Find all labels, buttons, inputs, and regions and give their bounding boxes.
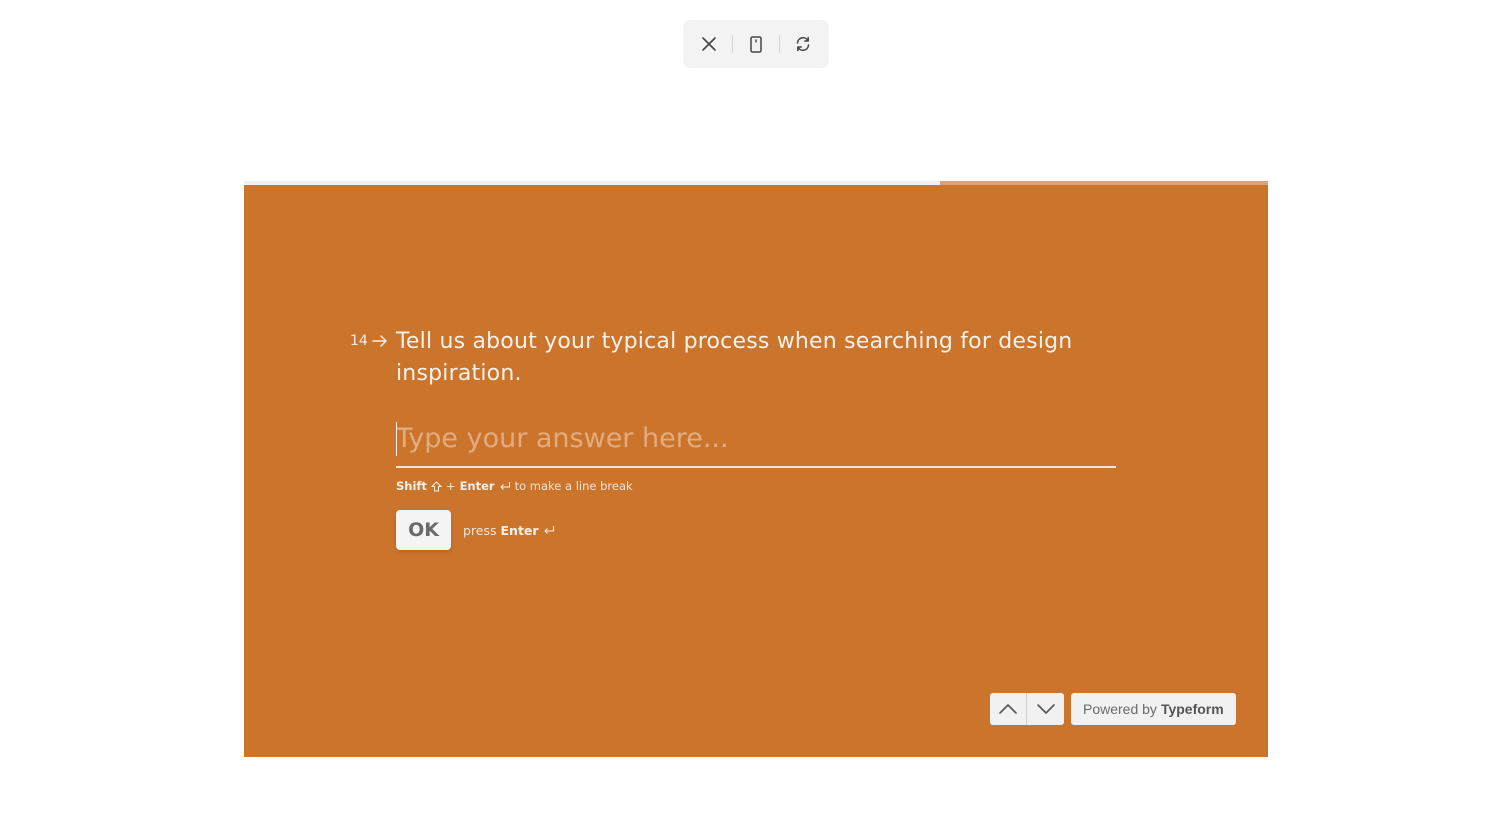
powered-by-label: Powered by <box>1083 701 1157 717</box>
question-title: Tell us about your typical process when … <box>396 329 1073 386</box>
typeform-preview: 14 Tell us about your typical process wh… <box>244 181 1268 757</box>
line-break-hint: Shift + Enter to make a line break <box>396 479 633 493</box>
progress-bar <box>244 181 1268 185</box>
submit-row: OK press Enter <box>396 510 555 550</box>
chevron-down-icon <box>1036 704 1055 714</box>
answer-input[interactable] <box>396 418 1116 464</box>
mobile-preview-button[interactable] <box>736 24 776 64</box>
refresh-button[interactable] <box>783 24 823 64</box>
question-number-label: 14 <box>350 333 368 349</box>
enter-icon <box>500 482 510 490</box>
previous-question-button[interactable] <box>990 693 1027 725</box>
shift-key-label: Shift <box>396 479 427 493</box>
mobile-preview-icon <box>750 35 762 53</box>
question-navigation <box>990 693 1064 725</box>
press-enter-key: Enter <box>500 522 539 538</box>
preview-toolbar <box>683 20 829 68</box>
arrow-right-icon <box>372 335 387 347</box>
enter-key-label: Enter <box>459 479 495 493</box>
answer-field[interactable] <box>396 418 1116 468</box>
shift-icon <box>430 480 442 491</box>
ok-button[interactable]: OK <box>396 510 451 550</box>
plus-label: + <box>445 479 456 493</box>
press-label: press <box>463 522 497 538</box>
close-button[interactable] <box>689 24 729 64</box>
progress-remaining <box>940 181 1268 185</box>
typeform-brand: Typeform <box>1160 701 1224 717</box>
powered-by-typeform-link[interactable]: Powered by Typeform <box>1071 693 1236 725</box>
question-number: 14 <box>350 333 388 349</box>
close-icon <box>701 37 716 51</box>
toolbar-divider <box>731 35 733 53</box>
enter-icon <box>544 526 554 534</box>
next-question-button[interactable] <box>1027 693 1064 725</box>
toolbar-divider <box>779 35 781 53</box>
text-caret <box>396 422 397 456</box>
refresh-icon <box>797 36 810 52</box>
chevron-up-icon <box>999 704 1017 714</box>
press-enter-hint: press Enter <box>463 523 555 538</box>
line-break-hint-text: to make a line break <box>514 479 633 493</box>
